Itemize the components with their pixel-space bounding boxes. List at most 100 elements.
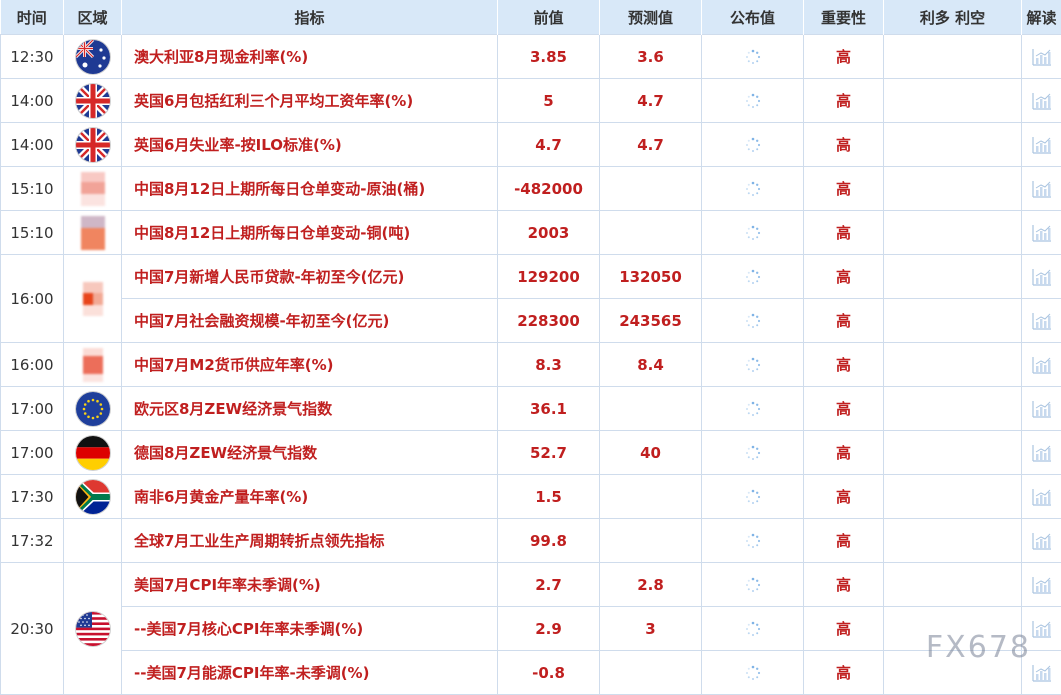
- analysis-cell[interactable]: [1022, 563, 1061, 607]
- prev-value: 99.8: [498, 519, 600, 563]
- indicator-name[interactable]: 英国6月包括红利三个月平均工资年率(%): [122, 79, 498, 123]
- chart-icon[interactable]: [1032, 356, 1052, 374]
- analysis-cell[interactable]: [1022, 35, 1061, 79]
- analysis-cell[interactable]: [1022, 255, 1061, 299]
- header-actual: 公布值: [702, 0, 804, 35]
- indicator-name[interactable]: 澳大利亚8月现金利率(%): [122, 35, 498, 79]
- analysis-cell[interactable]: [1022, 475, 1061, 519]
- impact-cell: [884, 387, 1022, 431]
- header-indicator: 指标: [122, 0, 498, 35]
- row-region: [64, 343, 122, 387]
- indicator-name[interactable]: 全球7月工业生产周期转折点领先指标: [122, 519, 498, 563]
- loading-spinner-icon: [745, 357, 761, 373]
- importance-value: 高: [804, 167, 884, 211]
- chart-icon[interactable]: [1032, 664, 1052, 682]
- indicator-name[interactable]: --美国7月能源CPI年率-未季调(%): [122, 651, 498, 695]
- analysis-cell[interactable]: [1022, 431, 1061, 475]
- chart-icon[interactable]: [1032, 488, 1052, 506]
- row-time: 17:00: [1, 387, 64, 431]
- importance-value: 高: [804, 563, 884, 607]
- actual-value: [702, 607, 804, 651]
- importance-value: 高: [804, 651, 884, 695]
- china-flag-icon: [79, 172, 107, 206]
- loading-spinner-icon: [745, 489, 761, 505]
- prev-value: 2.7: [498, 563, 600, 607]
- impact-cell: [884, 211, 1022, 255]
- chart-icon[interactable]: [1032, 224, 1052, 242]
- header-importance: 重要性: [804, 0, 884, 35]
- prev-value: 5: [498, 79, 600, 123]
- indicator-name[interactable]: 中国8月12日上期所每日仓单变动-铜(吨): [122, 211, 498, 255]
- indicator-name[interactable]: 中国7月M2货币供应年率(%): [122, 343, 498, 387]
- row-region: [64, 123, 122, 167]
- table-row: 14:00 英国6月包括红利三个月平均工资年率(%) 5 4.7 高: [1, 79, 1061, 123]
- chart-icon[interactable]: [1032, 180, 1052, 198]
- forecast-value: 40: [600, 431, 702, 475]
- uk-flag-icon: [76, 84, 110, 118]
- importance-value: 高: [804, 607, 884, 651]
- impact-cell: [884, 79, 1022, 123]
- row-region: [64, 35, 122, 79]
- forecast-value: [600, 475, 702, 519]
- indicator-name[interactable]: --美国7月核心CPI年率未季调(%): [122, 607, 498, 651]
- forecast-value: 2.8: [600, 563, 702, 607]
- chart-icon[interactable]: [1032, 48, 1052, 66]
- analysis-cell[interactable]: [1022, 79, 1061, 123]
- chart-icon[interactable]: [1032, 620, 1052, 638]
- actual-value: [702, 35, 804, 79]
- importance-value: 高: [804, 255, 884, 299]
- chart-icon[interactable]: [1032, 312, 1052, 330]
- watermark: FX678: [926, 630, 1031, 665]
- chart-icon[interactable]: [1032, 576, 1052, 594]
- chart-icon[interactable]: [1032, 444, 1052, 462]
- row-region: [64, 519, 122, 563]
- actual-value: [702, 255, 804, 299]
- china-flag-icon: [79, 216, 107, 250]
- indicator-name[interactable]: 中国7月社会融资规模-年初至今(亿元): [122, 299, 498, 343]
- forecast-value: 132050: [600, 255, 702, 299]
- importance-value: 高: [804, 211, 884, 255]
- row-region: [64, 387, 122, 431]
- chart-icon[interactable]: [1032, 268, 1052, 286]
- impact-cell: [884, 255, 1022, 299]
- row-region: [64, 167, 122, 211]
- header-time: 时间: [1, 0, 64, 35]
- chart-icon[interactable]: [1032, 400, 1052, 418]
- analysis-cell[interactable]: [1022, 519, 1061, 563]
- forecast-value: 8.4: [600, 343, 702, 387]
- indicator-name[interactable]: 中国7月新增人民币贷款-年初至今(亿元): [122, 255, 498, 299]
- actual-value: [702, 343, 804, 387]
- table-row: 17:30 南非6月黄金产量年率(%) 1.5 高: [1, 475, 1061, 519]
- chart-icon[interactable]: [1032, 532, 1052, 550]
- header-region: 区域: [64, 0, 122, 35]
- loading-spinner-icon: [745, 269, 761, 285]
- forecast-value: 4.7: [600, 123, 702, 167]
- indicator-name[interactable]: 美国7月CPI年率未季调(%): [122, 563, 498, 607]
- analysis-cell[interactable]: [1022, 387, 1061, 431]
- impact-cell: [884, 475, 1022, 519]
- loading-spinner-icon: [745, 225, 761, 241]
- indicator-name[interactable]: 中国8月12日上期所每日仓单变动-原油(桶): [122, 167, 498, 211]
- analysis-cell[interactable]: [1022, 167, 1061, 211]
- indicator-name[interactable]: 南非6月黄金产量年率(%): [122, 475, 498, 519]
- table-row: 17:00 德国8月ZEW经济景气指数 52.7 40 高: [1, 431, 1061, 475]
- importance-value: 高: [804, 519, 884, 563]
- table-row: 中国7月社会融资规模-年初至今(亿元) 228300 243565 高: [1, 299, 1061, 343]
- analysis-cell[interactable]: [1022, 343, 1061, 387]
- indicator-name[interactable]: 欧元区8月ZEW经济景气指数: [122, 387, 498, 431]
- analysis-cell[interactable]: [1022, 211, 1061, 255]
- row-time: 14:00: [1, 123, 64, 167]
- indicator-name[interactable]: 德国8月ZEW经济景气指数: [122, 431, 498, 475]
- loading-spinner-icon: [745, 401, 761, 417]
- china-flag-icon: [79, 282, 107, 316]
- prev-value: 2.9: [498, 607, 600, 651]
- analysis-cell[interactable]: [1022, 123, 1061, 167]
- analysis-cell[interactable]: [1022, 299, 1061, 343]
- chart-icon[interactable]: [1032, 136, 1052, 154]
- chart-icon[interactable]: [1032, 92, 1052, 110]
- forecast-value: 3.6: [600, 35, 702, 79]
- indicator-name[interactable]: 英国6月失业率-按ILO标准(%): [122, 123, 498, 167]
- actual-value: [702, 299, 804, 343]
- row-time: 16:00: [1, 343, 64, 387]
- eu-flag-icon: [76, 392, 110, 426]
